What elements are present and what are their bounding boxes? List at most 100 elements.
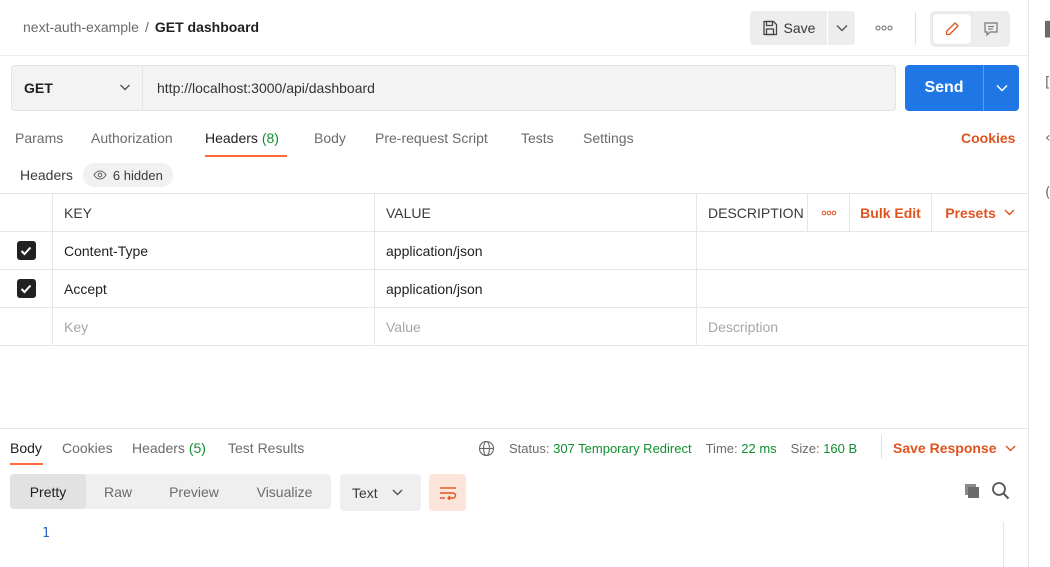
pencil-icon xyxy=(945,22,959,36)
method-select[interactable]: GET xyxy=(12,66,143,110)
sidebar-code-icon[interactable]: ‹ xyxy=(1045,130,1050,146)
send-options-button[interactable] xyxy=(983,65,1019,111)
checkmark-icon xyxy=(20,284,32,293)
sidebar-comments-icon[interactable]: [ xyxy=(1045,75,1050,91)
breadcrumb-request-name[interactable]: GET dashboard xyxy=(155,19,259,35)
value-placeholder-field[interactable]: Value xyxy=(374,308,696,345)
header-value-cell[interactable]: application/json xyxy=(374,232,696,269)
status-value[interactable]: 307 Temporary Redirect xyxy=(553,441,692,456)
more-horizontal-icon xyxy=(821,210,836,215)
size-label: Size: xyxy=(790,440,820,456)
view-preview-button[interactable]: Preview xyxy=(150,474,238,509)
presets-button[interactable]: Presets xyxy=(931,194,1028,231)
table-row: Content-Type application/json xyxy=(0,232,1028,270)
url-input[interactable] xyxy=(144,66,894,110)
more-actions-button[interactable] xyxy=(870,18,898,38)
copy-icon[interactable] xyxy=(963,482,981,500)
sidebar-documentation-icon[interactable]: ▌ xyxy=(1045,22,1050,38)
url-bar: GET xyxy=(11,65,896,111)
active-response-tab-indicator xyxy=(10,463,43,465)
table-row-new: Key Value Description xyxy=(0,308,1028,346)
response-divider[interactable] xyxy=(0,428,1028,429)
cookies-link[interactable]: Cookies xyxy=(961,130,1015,146)
format-label: Text xyxy=(352,484,378,501)
response-tab-cookies[interactable]: Cookies xyxy=(62,440,113,456)
edit-mode-button[interactable] xyxy=(933,14,971,44)
response-tab-body[interactable]: Body xyxy=(10,440,42,456)
format-select[interactable]: Text xyxy=(340,474,421,511)
chevron-down-icon xyxy=(1004,209,1015,216)
hidden-headers-toggle[interactable]: 6 hidden xyxy=(82,163,173,187)
breadcrumb: next-auth-example / GET dashboard xyxy=(23,19,259,35)
save-label: Save xyxy=(783,20,816,36)
save-button[interactable]: Save xyxy=(750,11,827,45)
table-tools: Bulk Edit Presets xyxy=(807,194,1028,231)
time-value[interactable]: 22 ms xyxy=(741,441,776,456)
header-description-cell[interactable] xyxy=(696,270,1028,307)
tab-pre-request-script[interactable]: Pre-request Script xyxy=(375,130,488,146)
response-tab-test-results[interactable]: Test Results xyxy=(228,440,304,456)
send-button-group: Send xyxy=(905,65,1019,111)
view-toggle xyxy=(930,11,1010,47)
wrap-text-icon xyxy=(439,486,456,500)
header-divider xyxy=(915,12,916,45)
meta-divider xyxy=(881,435,882,459)
hidden-headers-label: 6 hidden xyxy=(112,167,163,183)
tab-params[interactable]: Params xyxy=(15,130,63,146)
header-value-cell[interactable]: application/json xyxy=(374,270,696,307)
response-body-editor[interactable]: 1 xyxy=(0,518,1028,567)
eye-icon xyxy=(93,170,107,180)
response-tab-headers-label: Headers xyxy=(132,440,185,456)
table-row: Accept application/json xyxy=(0,270,1028,308)
tab-settings[interactable]: Settings xyxy=(583,130,634,146)
view-visualize-button[interactable]: Visualize xyxy=(238,474,331,509)
editor-scrollbar[interactable] xyxy=(1003,522,1019,567)
row-checkbox[interactable] xyxy=(16,279,36,298)
documentation-button[interactable] xyxy=(974,14,1008,44)
save-response-button[interactable]: Save Response xyxy=(893,438,1016,458)
globe-icon[interactable] xyxy=(478,440,495,457)
tab-headers[interactable]: Headers (8) xyxy=(205,130,279,146)
header-key-cell[interactable]: Content-Type xyxy=(52,232,374,269)
tab-authorization[interactable]: Authorization xyxy=(91,130,173,146)
view-raw-button[interactable]: Raw xyxy=(86,474,150,509)
save-response-label: Save Response xyxy=(893,440,997,456)
header-key-cell[interactable]: Accept xyxy=(52,270,374,307)
view-pretty-button[interactable]: Pretty xyxy=(10,474,86,509)
description-placeholder-field[interactable]: Description xyxy=(696,308,1028,345)
response-meta: Status: 307 Temporary Redirect Time: 22 … xyxy=(478,438,857,458)
key-placeholder-field[interactable]: Key xyxy=(52,308,374,345)
status-label: Status: xyxy=(509,440,550,456)
save-options-button[interactable] xyxy=(827,11,855,45)
method-label: GET xyxy=(24,80,53,96)
time-label: Time: xyxy=(705,440,738,456)
breadcrumb-separator: / xyxy=(144,19,149,35)
column-header-value: VALUE xyxy=(374,194,696,231)
headers-label-row: Headers 6 hidden xyxy=(20,163,173,187)
headers-section-label: Headers xyxy=(20,167,73,183)
request-header: next-auth-example / GET dashboard Save xyxy=(0,0,1028,56)
headers-table: KEY VALUE DESCRIPTION Bulk Edit Presets xyxy=(0,193,1028,346)
response-tab-headers-count: (5) xyxy=(188,440,206,456)
column-header-key: KEY xyxy=(52,194,374,231)
chevron-down-icon xyxy=(1005,445,1015,451)
column-options-button[interactable] xyxy=(807,194,849,231)
row-checkbox[interactable] xyxy=(16,241,36,260)
size-value[interactable]: 160 B xyxy=(823,441,857,456)
chevron-down-icon xyxy=(995,84,1008,92)
tab-tests[interactable]: Tests xyxy=(521,130,554,146)
chevron-down-icon xyxy=(836,25,847,32)
response-tab-headers[interactable]: Headers (5) xyxy=(132,440,206,456)
save-icon xyxy=(762,20,777,36)
sidebar-info-icon[interactable]: ( xyxy=(1045,185,1050,201)
search-icon[interactable] xyxy=(991,481,1010,500)
table-header-row: KEY VALUE DESCRIPTION Bulk Edit Presets xyxy=(0,194,1028,232)
wrap-lines-button[interactable] xyxy=(429,474,466,511)
bulk-edit-button[interactable]: Bulk Edit xyxy=(849,194,931,231)
send-button[interactable]: Send xyxy=(905,65,983,111)
tab-headers-label: Headers xyxy=(205,130,258,146)
breadcrumb-collection[interactable]: next-auth-example xyxy=(23,19,139,35)
tab-body[interactable]: Body xyxy=(314,130,346,146)
checkmark-icon xyxy=(20,246,32,255)
header-description-cell[interactable] xyxy=(696,232,1028,269)
